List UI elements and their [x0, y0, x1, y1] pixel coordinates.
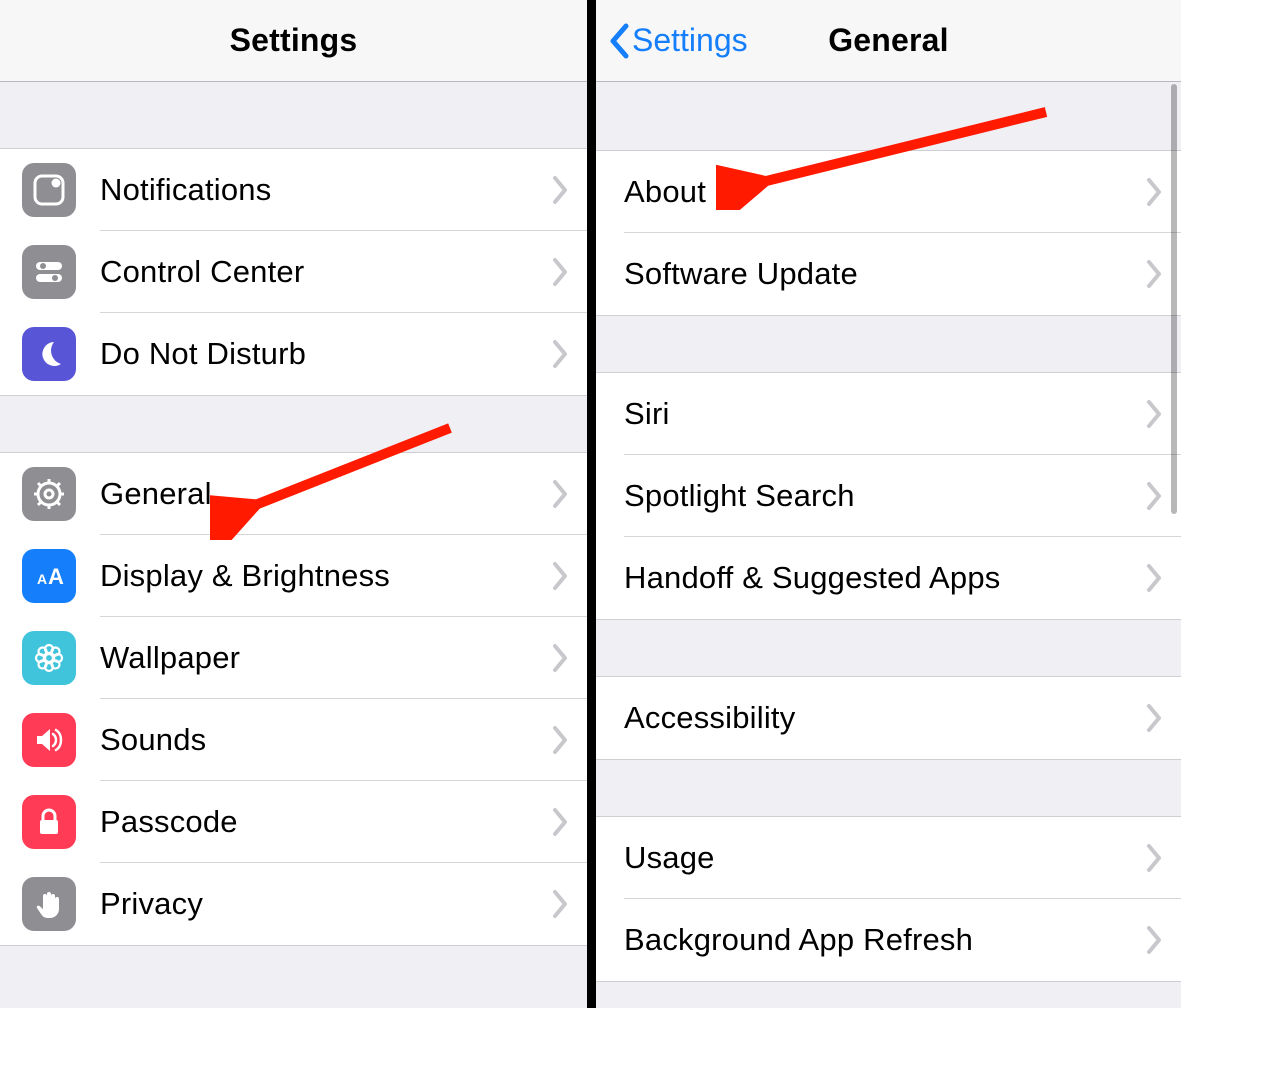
row-label: Notifications [100, 172, 551, 208]
row-label: Passcode [100, 804, 551, 840]
chevron-right-icon [551, 175, 569, 205]
chevron-right-icon [1145, 259, 1163, 289]
row-label: Accessibility [624, 700, 1145, 736]
row-notifications[interactable]: Notifications [0, 149, 587, 231]
row-passcode[interactable]: Passcode [0, 781, 587, 863]
row-do-not-disturb[interactable]: Do Not Disturb [0, 313, 587, 395]
general-group-1: About Software Update [596, 150, 1181, 316]
general-group-3: Accessibility [596, 676, 1181, 760]
chevron-right-icon [551, 807, 569, 837]
row-label: Software Update [624, 256, 1145, 292]
row-label: About [624, 174, 1145, 210]
row-label: Handoff & Suggested Apps [624, 560, 1145, 596]
flower-icon [22, 631, 76, 685]
page-title-left: Settings [230, 22, 358, 59]
settings-group-2: General AA Display & Brightness Wallpape… [0, 452, 587, 946]
row-label: Control Center [100, 254, 551, 290]
row-usage[interactable]: Usage [596, 817, 1181, 899]
back-button[interactable]: Settings [608, 0, 748, 81]
row-handoff[interactable]: Handoff & Suggested Apps [596, 537, 1181, 619]
chevron-right-icon [551, 643, 569, 673]
page-title-right: General [828, 22, 949, 59]
row-label: Siri [624, 396, 1145, 432]
chevron-right-icon [551, 479, 569, 509]
pane-divider [587, 0, 596, 1008]
row-label: Display & Brightness [100, 558, 551, 594]
row-about[interactable]: About [596, 151, 1181, 233]
row-accessibility[interactable]: Accessibility [596, 677, 1181, 759]
navbar-left: Settings [0, 0, 587, 82]
back-label: Settings [632, 22, 748, 59]
chevron-left-icon [608, 23, 630, 59]
navbar-right: Settings General [596, 0, 1181, 82]
settings-pane: Settings Notifications Control Center [0, 0, 587, 1008]
row-label: Sounds [100, 722, 551, 758]
moon-icon [22, 327, 76, 381]
chevron-right-icon [551, 889, 569, 919]
row-software-update[interactable]: Software Update [596, 233, 1181, 315]
chevron-right-icon [1145, 563, 1163, 593]
chevron-right-icon [1145, 703, 1163, 733]
row-display-brightness[interactable]: AA Display & Brightness [0, 535, 587, 617]
notifications-icon [22, 163, 76, 217]
chevron-right-icon [551, 561, 569, 591]
row-label: Background App Refresh [624, 922, 1145, 958]
chevron-right-icon [1145, 481, 1163, 511]
svg-text:A: A [37, 571, 47, 587]
chevron-right-icon [551, 339, 569, 369]
row-wallpaper[interactable]: Wallpaper [0, 617, 587, 699]
control-center-icon [22, 245, 76, 299]
chevron-right-icon [1145, 399, 1163, 429]
gear-icon [22, 467, 76, 521]
chevron-right-icon [551, 725, 569, 755]
chevron-right-icon [1145, 925, 1163, 955]
row-label: Spotlight Search [624, 478, 1145, 514]
row-label: Privacy [100, 886, 551, 922]
row-general[interactable]: General [0, 453, 587, 535]
row-privacy[interactable]: Privacy [0, 863, 587, 945]
scroll-indicator[interactable] [1171, 84, 1177, 514]
hand-icon [22, 877, 76, 931]
general-group-2: Siri Spotlight Search Handoff & Suggeste… [596, 372, 1181, 620]
text-size-icon: AA [22, 549, 76, 603]
row-siri[interactable]: Siri [596, 373, 1181, 455]
chevron-right-icon [1145, 177, 1163, 207]
row-spotlight-search[interactable]: Spotlight Search [596, 455, 1181, 537]
settings-group-1: Notifications Control Center Do Not Dist… [0, 148, 587, 396]
row-label: Wallpaper [100, 640, 551, 676]
svg-text:A: A [48, 564, 64, 589]
row-label: Usage [624, 840, 1145, 876]
row-label: Do Not Disturb [100, 336, 551, 372]
general-pane: Settings General About Software Update S… [596, 0, 1181, 1008]
chevron-right-icon [1145, 843, 1163, 873]
row-control-center[interactable]: Control Center [0, 231, 587, 313]
row-label: General [100, 476, 551, 512]
speaker-icon [22, 713, 76, 767]
row-sounds[interactable]: Sounds [0, 699, 587, 781]
general-group-4: Usage Background App Refresh [596, 816, 1181, 982]
lock-icon [22, 795, 76, 849]
chevron-right-icon [551, 257, 569, 287]
row-background-app-refresh[interactable]: Background App Refresh [596, 899, 1181, 981]
